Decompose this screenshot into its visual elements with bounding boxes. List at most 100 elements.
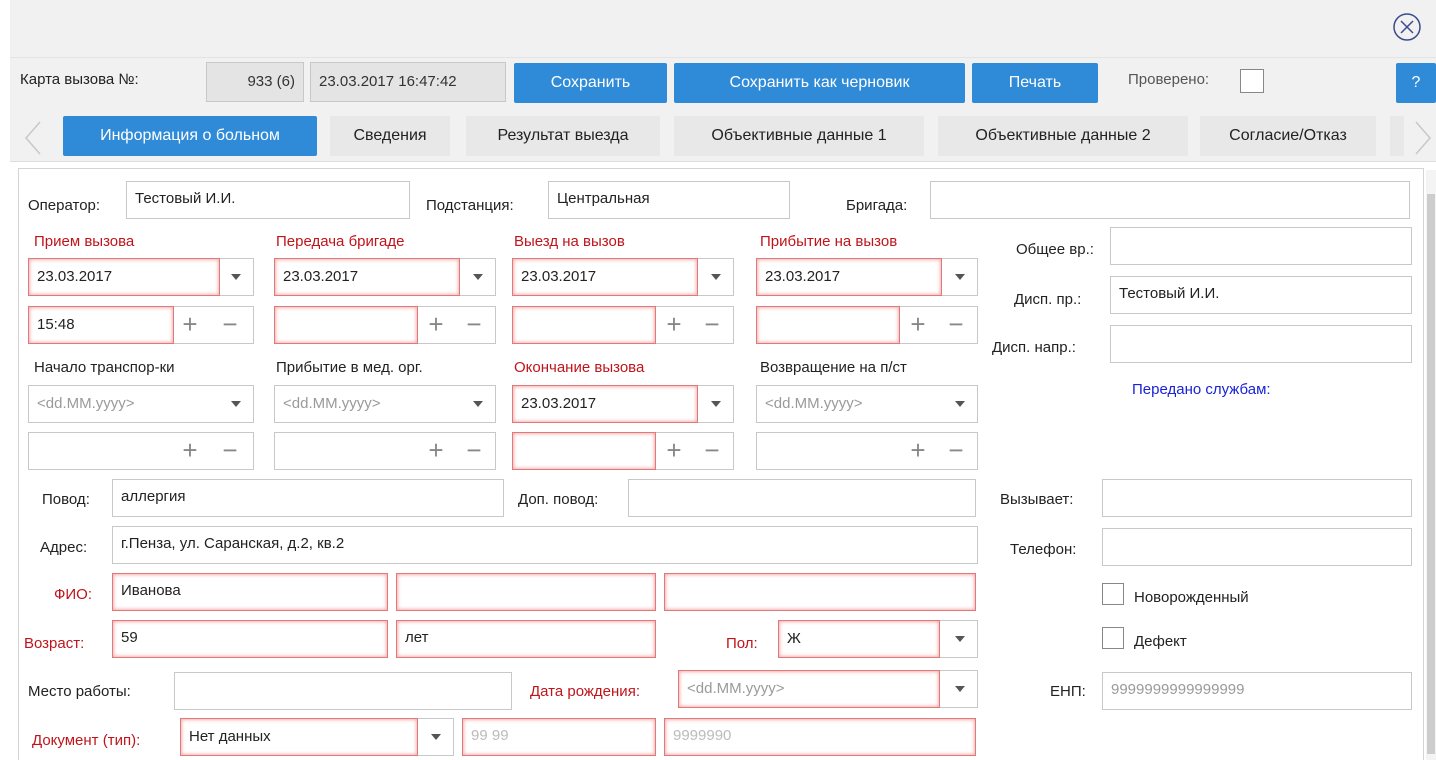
reason-label: Повод: — [42, 491, 90, 508]
minus-icon[interactable]: − — [463, 433, 485, 469]
document-type-value: Нет данных — [180, 718, 418, 756]
transport-start-time[interactable]: + − — [28, 432, 254, 470]
newborn-label: Новорожденный — [1134, 589, 1249, 606]
departure-date-value: 23.03.2017 — [512, 258, 698, 296]
arrival-time[interactable]: + − — [756, 306, 978, 344]
reason-field[interactable]: аллергия — [112, 479, 504, 517]
disp-pr-field[interactable]: Тестовый И.И. — [1110, 276, 1412, 314]
plus-icon[interactable]: + — [425, 307, 447, 343]
plus-icon[interactable]: + — [425, 433, 447, 469]
save-draft-button[interactable]: Сохранить как черновик — [674, 63, 965, 103]
return-label: Возвращение на п/ст — [760, 359, 907, 376]
enp-field[interactable]: 9999999999999999 — [1102, 672, 1412, 710]
caller-label: Вызывает: — [1000, 491, 1074, 508]
call-received-time-value: 15:48 — [28, 306, 174, 344]
call-end-time-value — [512, 432, 656, 470]
substation-field[interactable]: Центральная — [548, 181, 790, 219]
plus-icon[interactable]: + — [663, 307, 685, 343]
chevron-down-icon — [955, 636, 965, 642]
document-series-field[interactable]: 99 99 — [462, 718, 656, 756]
call-received-date-value: 23.03.2017 — [28, 258, 220, 296]
caller-field[interactable] — [1102, 479, 1412, 517]
minus-icon[interactable]: − — [219, 433, 241, 469]
tab-consent-refusal[interactable]: Согласие/Отказ — [1200, 116, 1376, 156]
call-received-time[interactable]: 15:48 + − — [28, 306, 254, 344]
plus-icon[interactable]: + — [179, 433, 201, 469]
document-type-label: Документ (тип): — [32, 732, 141, 749]
chevron-down-icon — [231, 274, 241, 280]
plus-icon[interactable]: + — [907, 307, 929, 343]
return-date[interactable]: <dd.MM.yyyy> — [756, 385, 978, 423]
handover-time[interactable]: + − — [274, 306, 496, 344]
checked-checkbox[interactable] — [1240, 69, 1264, 93]
tab-more[interactable] — [1390, 116, 1404, 156]
operator-field[interactable]: Тестовый И.И. — [126, 181, 410, 219]
first-name-field[interactable] — [396, 573, 656, 611]
total-time-field[interactable] — [1110, 227, 1412, 265]
middle-name-field[interactable] — [664, 573, 976, 611]
minus-icon[interactable]: − — [945, 433, 967, 469]
vertical-scrollbar[interactable] — [1426, 170, 1436, 760]
defect-checkbox[interactable] — [1102, 627, 1124, 649]
chevron-down-icon — [231, 401, 241, 407]
chevron-down-icon — [955, 274, 965, 280]
minus-icon[interactable]: − — [945, 307, 967, 343]
tab-objective-data-2[interactable]: Объективные данные 2 — [938, 116, 1188, 156]
document-type-select[interactable]: Нет данных — [180, 718, 454, 756]
scrollbar-thumb[interactable] — [1427, 194, 1435, 754]
tab-patient-info[interactable]: Информация о больном — [63, 116, 317, 156]
call-end-time[interactable]: + − — [512, 432, 734, 470]
tab-scroll-left-icon[interactable] — [22, 120, 44, 156]
call-received-date[interactable]: 23.03.2017 — [28, 258, 254, 296]
chevron-down-icon — [955, 401, 965, 407]
tab-visit-result[interactable]: Результат выезда — [466, 116, 660, 156]
tab-objective-data-1[interactable]: Объективные данные 1 — [674, 116, 924, 156]
minus-icon[interactable]: − — [701, 433, 723, 469]
plus-icon[interactable]: + — [663, 433, 685, 469]
minus-icon[interactable]: − — [463, 307, 485, 343]
card-datetime-field: 23.03.2017 16:47:42 — [310, 62, 506, 102]
save-button[interactable]: Сохранить — [514, 63, 667, 103]
departure-label: Выезд на вызов — [514, 233, 625, 250]
print-button[interactable]: Печать — [972, 63, 1098, 103]
handover-date[interactable]: 23.03.2017 — [274, 258, 496, 296]
transferred-services-link[interactable]: Передано службам: — [1132, 380, 1271, 400]
workplace-field[interactable] — [174, 672, 512, 710]
transport-start-date[interactable]: <dd.MM.yyyy> — [28, 385, 254, 423]
arrival-time-value — [756, 306, 900, 344]
brigade-label: Бригада: — [846, 197, 908, 214]
departure-date[interactable]: 23.03.2017 — [512, 258, 734, 296]
med-org-arrival-date[interactable]: <dd.MM.yyyy> — [274, 385, 496, 423]
brigade-field[interactable] — [930, 181, 1410, 219]
fio-label: ФИО: — [54, 586, 93, 603]
birth-date-label: Дата рождения: — [530, 683, 640, 700]
tab-details[interactable]: Сведения — [330, 116, 450, 156]
arrival-date[interactable]: 23.03.2017 — [756, 258, 978, 296]
sex-value: Ж — [778, 620, 940, 658]
add-reason-field[interactable] — [628, 479, 976, 517]
med-org-arrival-date-value: <dd.MM.yyyy> — [283, 395, 381, 412]
sex-label: Пол: — [726, 635, 758, 652]
minus-icon[interactable]: − — [701, 307, 723, 343]
newborn-checkbox[interactable] — [1102, 583, 1124, 605]
address-field[interactable]: г.Пенза, ул. Саранская, д.2, кв.2 — [112, 526, 978, 564]
minus-icon[interactable]: − — [219, 307, 241, 343]
plus-icon[interactable]: + — [179, 307, 201, 343]
med-org-arrival-time[interactable]: + − — [274, 432, 496, 470]
departure-time[interactable]: + − — [512, 306, 734, 344]
plus-icon[interactable]: + — [907, 433, 929, 469]
close-icon[interactable] — [1392, 12, 1422, 42]
disp-napr-field[interactable] — [1110, 325, 1412, 363]
tab-scroll-right-icon[interactable] — [1412, 120, 1434, 156]
last-name-field[interactable]: Иванова — [112, 573, 388, 611]
age-unit-field[interactable]: лет — [396, 620, 656, 658]
handover-date-value: 23.03.2017 — [274, 258, 460, 296]
help-button[interactable]: ? — [1396, 63, 1436, 103]
sex-select[interactable]: Ж — [778, 620, 978, 658]
document-number-field[interactable]: 9999990 — [664, 718, 976, 756]
call-end-date[interactable]: 23.03.2017 — [512, 385, 734, 423]
phone-field[interactable] — [1102, 528, 1412, 566]
birth-date-select[interactable]: <dd.MM.yyyy> — [678, 670, 978, 708]
age-field[interactable]: 59 — [112, 620, 388, 658]
return-time[interactable]: + − — [756, 432, 978, 470]
